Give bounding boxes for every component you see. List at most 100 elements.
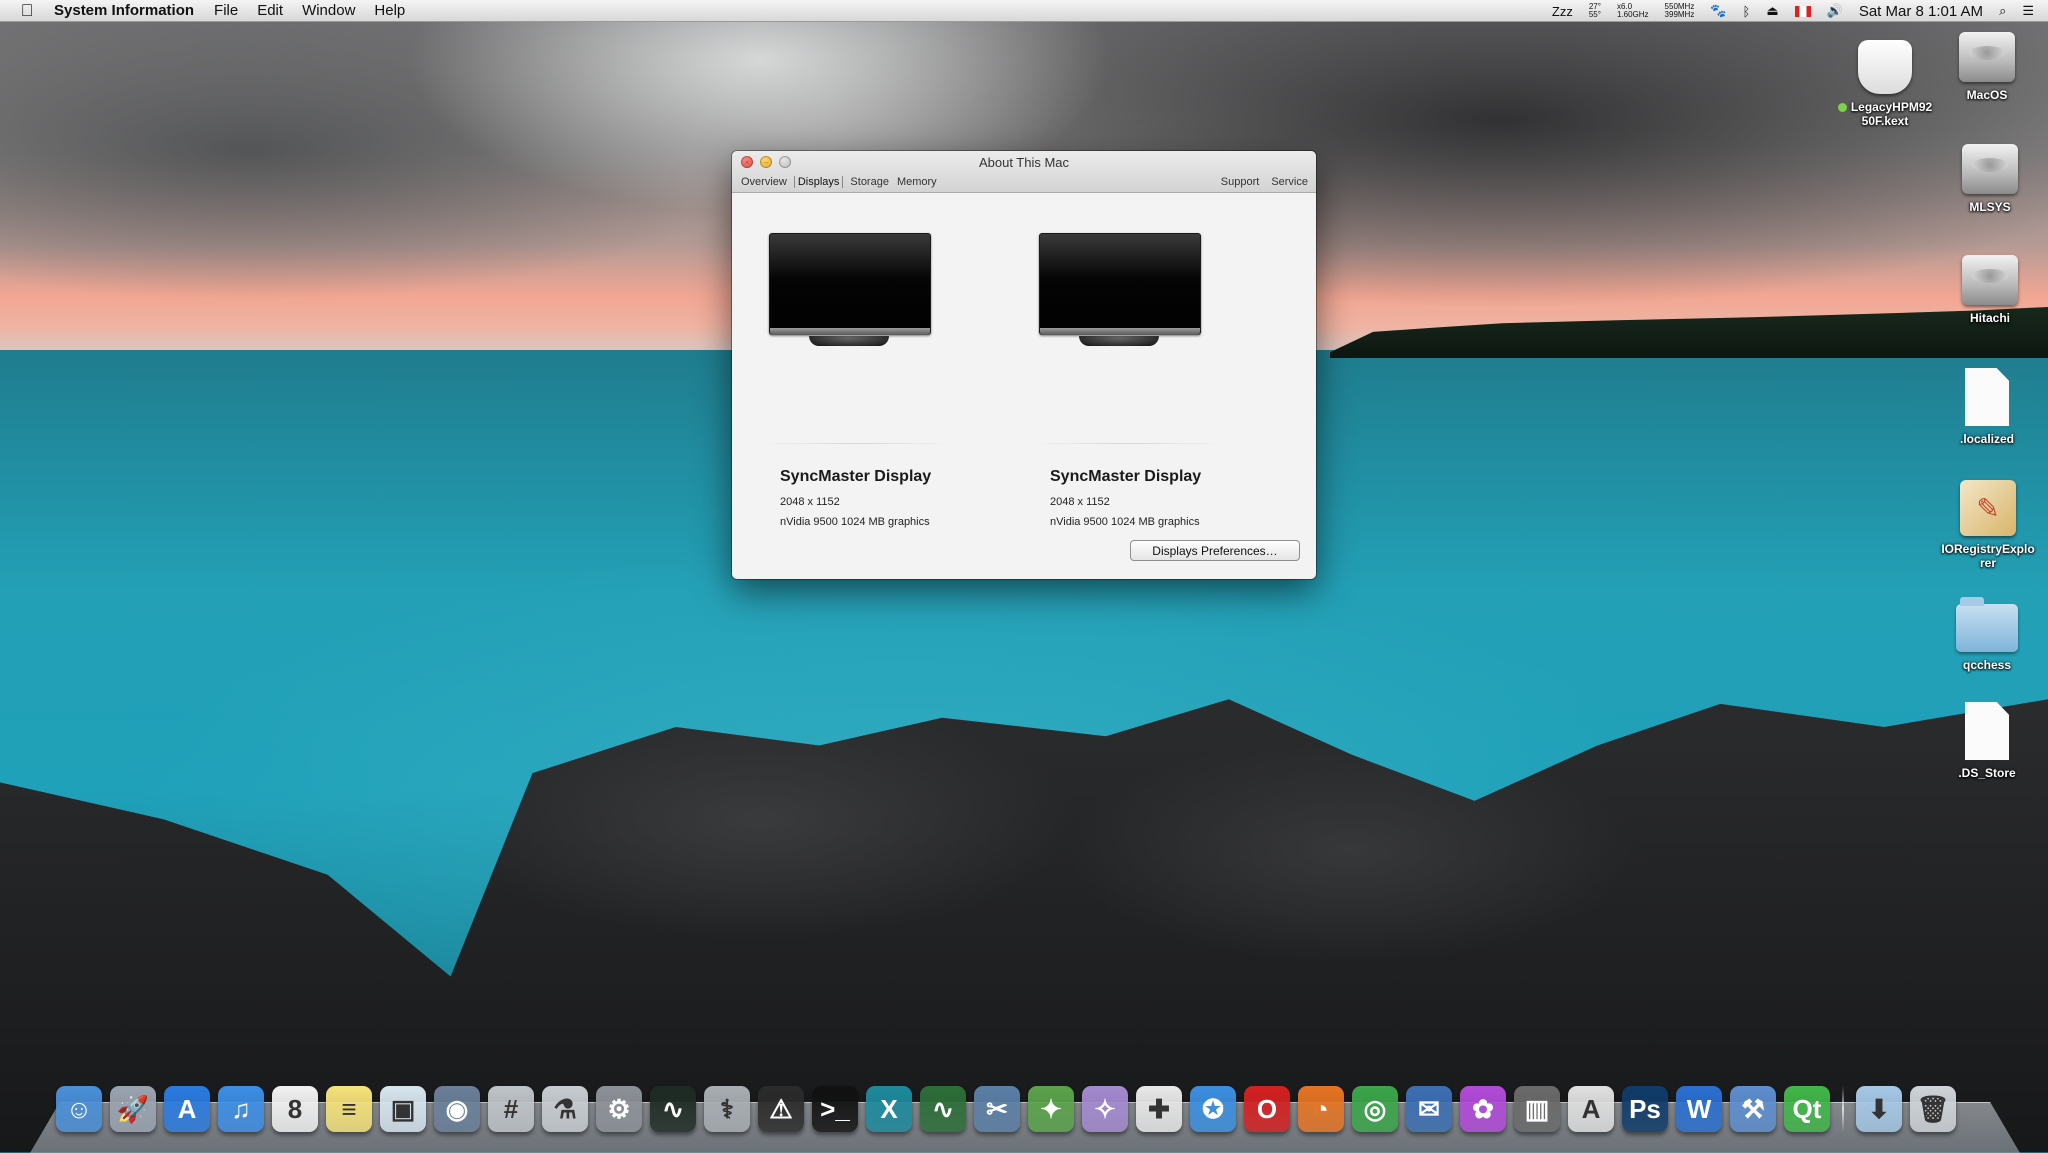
display-graphics: nVidia 9500 1024 MB graphics <box>1050 516 1200 528</box>
desktop-icon-label: IORegistryExplo <box>1941 542 2035 556</box>
kext-utility-icon[interactable]: ✚ <box>1136 1086 1182 1132</box>
dock-separator <box>1842 1086 1844 1132</box>
calculator-icon[interactable]: # <box>488 1086 534 1132</box>
directory-utility-icon[interactable]: ⚗ <box>542 1086 588 1132</box>
memory-bottom: 399MHz <box>1664 10 1695 19</box>
eject-icon[interactable]: ⏏ <box>1766 3 1778 19</box>
tab-storage[interactable]: Storage <box>849 176 890 188</box>
launchpad-icon[interactable]: 🚀 <box>110 1086 156 1132</box>
stickies-icon[interactable]: ≡ <box>326 1086 372 1132</box>
document-icon <box>1965 702 2009 760</box>
folder-icon <box>1956 597 2018 652</box>
notification-center-icon[interactable]: ☰ <box>2022 3 2034 19</box>
hard-drive-icon <box>1959 32 2015 82</box>
menu-window[interactable]: Window <box>302 2 355 19</box>
desktop-icon-qcchess[interactable]: qcchess <box>1932 596 2042 672</box>
menu-help[interactable]: Help <box>374 2 405 19</box>
desktop-icon-macos[interactable]: MacOS <box>1932 32 2042 102</box>
cpu-frequency: 1.60GHz <box>1616 10 1649 19</box>
apple-menu-icon[interactable]:  <box>18 1 36 20</box>
desktop-icon-label-cont: rer <box>1979 556 1996 570</box>
tab-overview[interactable]: Overview <box>740 176 788 188</box>
spotlight-search-icon[interactable]: ⌕ <box>1999 3 2006 19</box>
kext-file-icon <box>1858 40 1912 94</box>
qt-creator-icon[interactable]: Qt <box>1784 1086 1830 1132</box>
window-title: About This Mac <box>978 155 1070 170</box>
xcode-icon[interactable]: ⚒ <box>1730 1086 1776 1132</box>
monitor-icon <box>769 233 931 353</box>
monitor-icon <box>1039 233 1201 353</box>
service-link[interactable]: Service <box>1271 176 1308 188</box>
disk-utility-icon[interactable]: ⚕ <box>704 1086 750 1132</box>
x11-icon[interactable]: X <box>866 1086 912 1132</box>
wizard-purple-icon[interactable]: ✧ <box>1082 1086 1128 1132</box>
calendar-icon[interactable]: 8 <box>272 1086 318 1132</box>
window-tabs: Overview Displays Storage Memory <box>740 176 938 188</box>
hard-drive-icon <box>1962 255 2018 305</box>
terminal-icon[interactable]: >_ <box>812 1086 858 1132</box>
desktop-icon-ioregistryexplorer[interactable]: ✎ IORegistryExplo rer <box>1933 480 2043 570</box>
opera-icon[interactable]: O <box>1244 1086 1290 1132</box>
firefox-icon[interactable]: ◔ <box>1298 1086 1344 1132</box>
activity-monitor-icon[interactable]: ∿ <box>650 1086 696 1132</box>
menu-file[interactable]: File <box>214 2 238 19</box>
preview-icon[interactable]: ▣ <box>380 1086 426 1132</box>
desktop-icon-label: MacOS <box>1966 88 2008 102</box>
bluetooth-icon[interactable]: ᛒ <box>1743 4 1751 19</box>
istat-icon[interactable]: ∿ <box>920 1086 966 1132</box>
utilities-icon[interactable]: ✂ <box>974 1086 1020 1132</box>
archive-utility-icon[interactable]: ▥ <box>1514 1086 1560 1132</box>
paw-icon[interactable]: 🐾 <box>1710 3 1726 19</box>
divider <box>762 443 952 444</box>
canada-flag-icon[interactable] <box>1794 5 1811 17</box>
ioregistry-app-icon: ✎ <box>1960 480 2016 536</box>
menu-edit[interactable]: Edit <box>257 2 283 19</box>
trash-icon[interactable]: 🗑 <box>1910 1086 1956 1132</box>
desktop-icon-label: .DS_Store <box>1958 766 2016 780</box>
desktop-icon-label: .localized <box>1959 432 2015 446</box>
menu-extras: Zzz 27° 55° x6.0 1.60GHz 550MHz 399MHz 🐾… <box>1552 0 2034 22</box>
desktop-icon-label: LegacyHPM92 <box>1850 100 1933 114</box>
wizard-green-icon[interactable]: ✦ <box>1028 1086 1074 1132</box>
desktop-icon-label-cont: 50F.kext <box>1861 114 1909 128</box>
desktop-icon-hitachi[interactable]: Hitachi <box>1935 255 2045 325</box>
volume-icon[interactable]: 🔊 <box>1827 3 1843 19</box>
photoshop-icon[interactable]: Ps <box>1622 1086 1668 1132</box>
menu-app-name[interactable]: System Information <box>54 2 194 19</box>
temperature-status[interactable]: 27° 55° <box>1589 3 1601 19</box>
downloads-folder-icon[interactable]: ⬇ <box>1856 1086 1902 1132</box>
clock[interactable]: Sat Mar 8 1:01 AM <box>1859 3 1983 20</box>
desktop-icon-mlsys[interactable]: MLSYS <box>1935 144 2045 214</box>
memory-status[interactable]: 550MHz 399MHz <box>1665 3 1695 19</box>
cpu-status[interactable]: x6.0 1.60GHz <box>1617 3 1649 19</box>
desktop-icon-legacyhpm-kext[interactable]: LegacyHPM92 50F.kext <box>1830 40 1940 128</box>
photo-booth-icon[interactable]: ◉ <box>434 1086 480 1132</box>
tab-displays[interactable]: Displays <box>793 176 844 188</box>
desktop-icon-label: qcchess <box>1962 658 2012 672</box>
acrobat-icon[interactable]: A <box>1568 1086 1614 1132</box>
displays-preferences-button[interactable]: Displays Preferences… <box>1130 540 1300 561</box>
desktop-icon-ds-store[interactable]: .DS_Store <box>1932 702 2042 780</box>
thunderbird-icon[interactable]: ✉ <box>1406 1086 1452 1132</box>
sleep-status-icon[interactable]: Zzz <box>1552 4 1573 19</box>
app-store-icon[interactable]: A <box>164 1086 210 1132</box>
itunes-icon[interactable]: ♫ <box>218 1086 264 1132</box>
system-preferences-icon[interactable]: ⚙ <box>596 1086 642 1132</box>
console-icon[interactable]: ⚠ <box>758 1086 804 1132</box>
display-resolution: 2048 x 1152 <box>780 496 840 508</box>
tab-memory[interactable]: Memory <box>896 176 938 188</box>
chrome-icon[interactable]: ◎ <box>1352 1086 1398 1132</box>
desktop-icon-localized[interactable]: .localized <box>1932 368 2042 446</box>
desktop-icon-label: Hitachi <box>1969 311 2010 325</box>
display-name: SyncMaster Display <box>1050 468 1202 485</box>
display-name: SyncMaster Display <box>780 468 932 485</box>
finder-icon[interactable]: ☺ <box>56 1086 102 1132</box>
word-icon[interactable]: W <box>1676 1086 1722 1132</box>
displays-pane: SyncMaster Display 2048 x 1152 nVidia 95… <box>732 193 1316 579</box>
display-graphics: nVidia 9500 1024 MB graphics <box>780 516 930 528</box>
menu-bar:  System Information File Edit Window He… <box>0 0 2048 22</box>
window-titlebar[interactable]: × – About This Mac Overview Displays Sto… <box>732 151 1316 193</box>
support-link[interactable]: Support <box>1221 176 1260 188</box>
flower-app-icon[interactable]: ✿ <box>1460 1086 1506 1132</box>
safari-icon[interactable]: ✪ <box>1190 1086 1236 1132</box>
